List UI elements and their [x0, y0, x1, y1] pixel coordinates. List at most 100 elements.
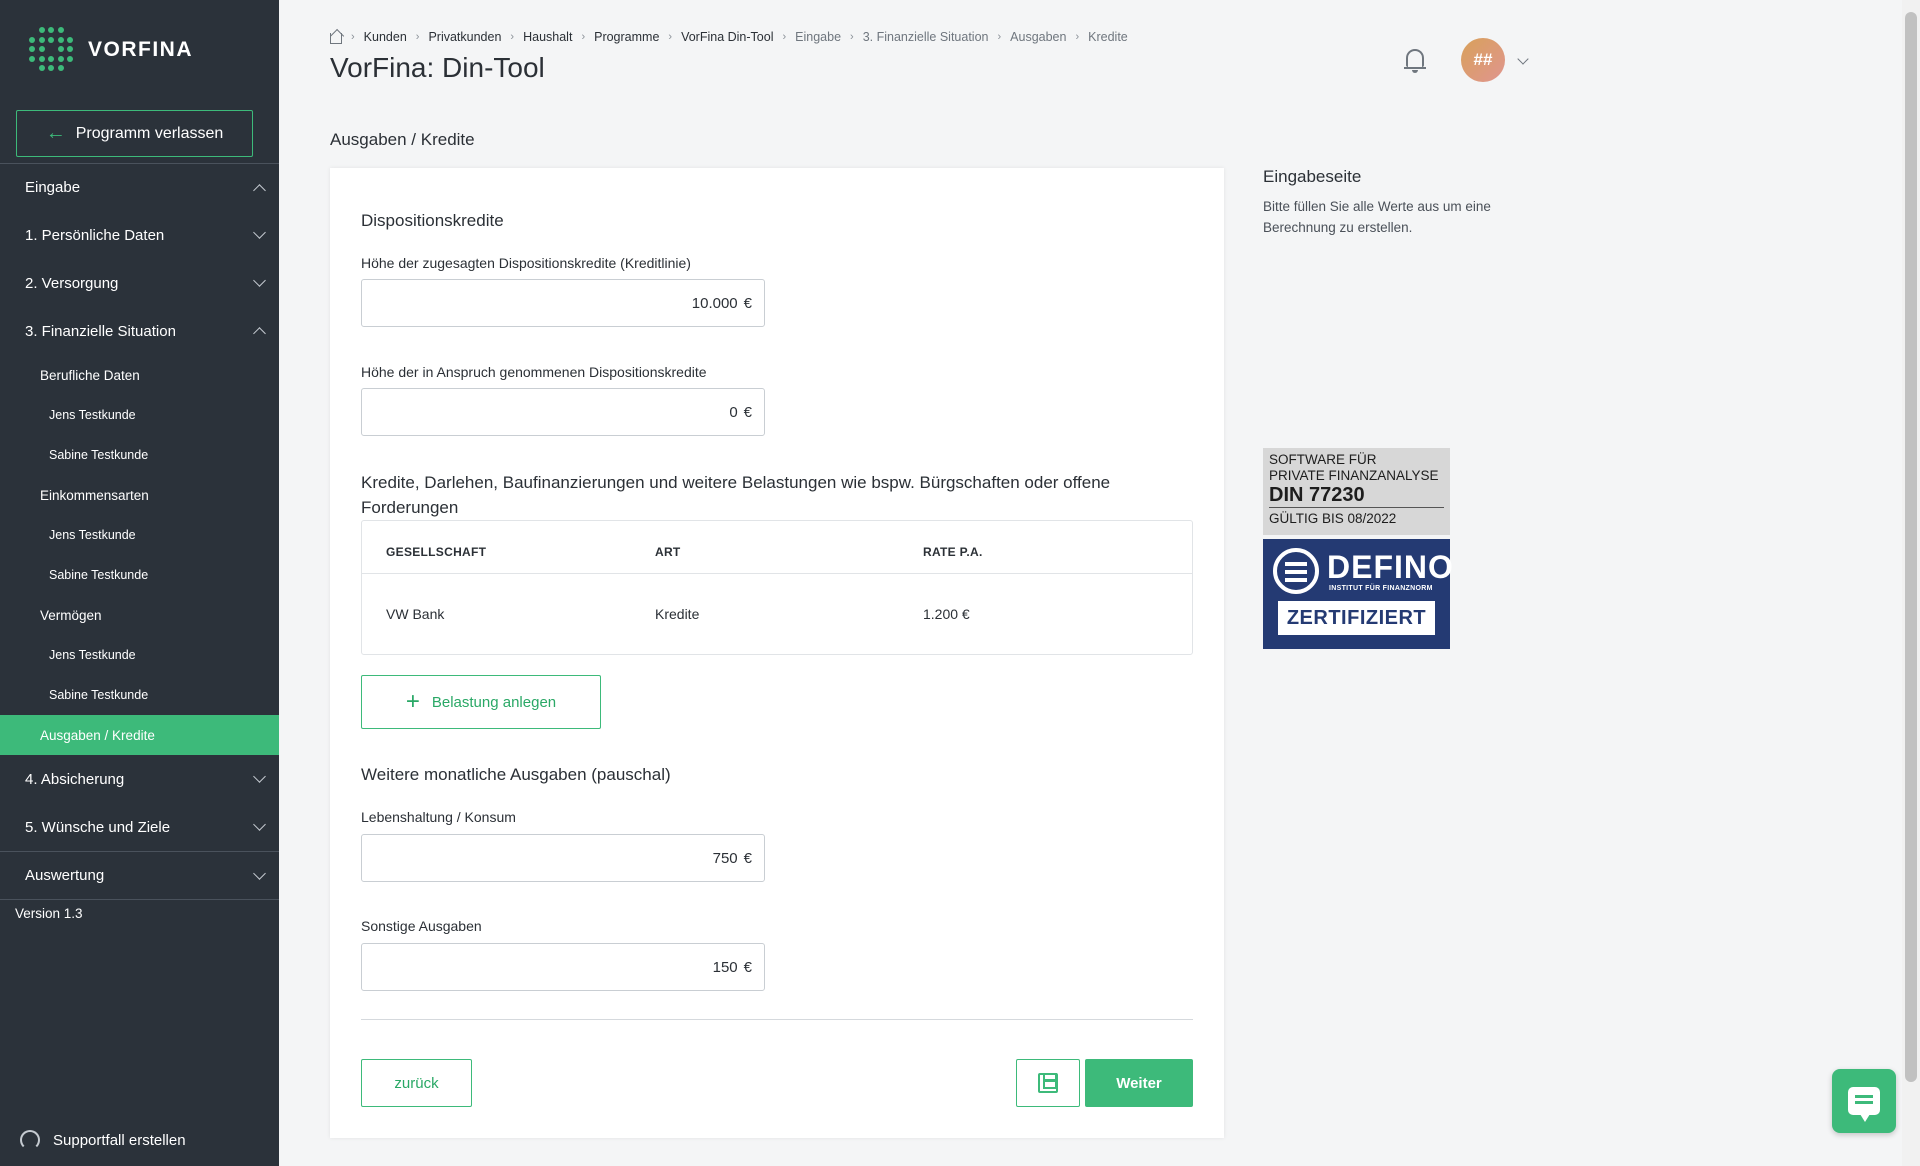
bell-icon[interactable]: [1404, 47, 1426, 73]
sidebar-item-sabine-testkunde[interactable]: Sabine Testkunde: [0, 435, 279, 475]
chevron-right-icon: ›: [351, 31, 355, 43]
form-card: Dispositionskredite Höhe der zugesagten …: [330, 168, 1224, 1138]
breadcrumb-item[interactable]: Kunden: [364, 30, 407, 44]
sidebar-item-persoenliche-daten[interactable]: 1. Persönliche Daten: [0, 211, 279, 259]
table-cell-rate: 1.200 €: [923, 606, 970, 622]
seal-valid: GÜLTIG BIS 08/2022: [1269, 511, 1397, 526]
defino-brand: DEFINO: [1327, 549, 1454, 585]
chevron-right-icon: ›: [997, 31, 1002, 43]
sidebar: VORFINA ← Programm verlassen Eingabe 1. …: [0, 0, 279, 1166]
sidebar-item-ausgaben-kredite[interactable]: Ausgaben / Kredite: [0, 715, 279, 755]
add-liability-button[interactable]: + Belastung anlegen: [361, 675, 601, 729]
sidebar-item-vermoegen[interactable]: Vermögen: [0, 595, 279, 635]
sidebar-item-auswertung[interactable]: Auswertung: [0, 851, 279, 899]
table-cell-art: Kredite: [655, 606, 700, 622]
column-header-art: ART: [655, 545, 681, 559]
table-row[interactable]: VW Bank Kredite 1.200 €: [362, 573, 1192, 655]
currency-symbol: €: [743, 403, 752, 421]
save-button[interactable]: [1016, 1059, 1080, 1107]
chevron-right-icon: ›: [850, 31, 854, 43]
logo[interactable]: VORFINA: [29, 27, 193, 73]
page-scrollbar[interactable]: [1902, 0, 1920, 1166]
breadcrumb-item-current: Kredite: [1088, 30, 1128, 44]
sidebar-item-label: Auswertung: [25, 867, 105, 884]
sidebar-item-label: 2. Versorgung: [25, 274, 119, 292]
other-expenses-label: Sonstige Ausgaben: [361, 918, 482, 934]
dispo-limit-input[interactable]: 10.000 €: [361, 279, 765, 327]
sidebar-item-absicherung[interactable]: 4. Absicherung: [0, 755, 279, 803]
sidebar-item-label: 5. Wünsche und Ziele: [25, 818, 171, 836]
sidebar-item-jens-testkunde[interactable]: Jens Testkunde: [0, 515, 279, 555]
chevron-right-icon: ›: [415, 31, 420, 43]
chevron-right-icon: ›: [581, 31, 586, 43]
sidebar-item-jens-testkunde[interactable]: Jens Testkunde: [0, 395, 279, 435]
sidebar-item-berufliche-daten[interactable]: Berufliche Daten: [0, 355, 279, 395]
currency-symbol: €: [743, 294, 752, 312]
section-heading: Ausgaben / Kredite: [330, 130, 475, 149]
loans-heading: Kredite, Darlehen, Baufinanzierungen und…: [361, 473, 1111, 517]
breadcrumb-item[interactable]: VorFina Din-Tool: [681, 30, 773, 44]
other-expenses-input[interactable]: 150 €: [361, 943, 765, 991]
sidebar-item-einkommensarten[interactable]: Einkommensarten: [0, 475, 279, 515]
divider: [361, 1019, 1193, 1020]
sidebar-item-versorgung[interactable]: 2. Versorgung: [0, 259, 279, 307]
save-icon: [1038, 1073, 1058, 1093]
sidebar-item-finanzielle-situation[interactable]: 3. Finanzielle Situation: [0, 307, 279, 355]
sidebar-divider: [0, 899, 279, 900]
sidebar-item-eingabe[interactable]: Eingabe: [0, 163, 279, 211]
home-icon[interactable]: [330, 33, 342, 44]
chevron-down-icon: [253, 274, 266, 287]
currency-symbol: €: [743, 849, 752, 867]
chevron-right-icon: ›: [668, 31, 673, 43]
info-title: Eingabeseite: [1263, 167, 1362, 186]
breadcrumb-item[interactable]: Ausgaben: [1010, 30, 1066, 44]
breadcrumb-item[interactable]: Privatkunden: [428, 30, 501, 44]
loans-table: GESELLSCHAFT ART RATE P.A. VW Bank Kredi…: [361, 520, 1193, 655]
info-text: Bitte füllen Sie alle Werte aus um eine …: [1263, 199, 1491, 235]
dispo-used-input[interactable]: 0 €: [361, 388, 765, 436]
version-label: Version 1.3: [15, 906, 83, 921]
sidebar-item-jens-testkunde[interactable]: Jens Testkunde: [0, 635, 279, 675]
chevron-up-icon: [253, 327, 266, 340]
breadcrumb-item[interactable]: Eingabe: [795, 30, 841, 44]
add-liability-label: Belastung anlegen: [431, 693, 557, 711]
chevron-down-icon: [253, 866, 266, 880]
chevron-down-icon: [253, 770, 266, 783]
din-seal-top: SOFTWARE FÜR PRIVATE FINANZANALYSE DIN 7…: [1263, 448, 1450, 535]
arrow-left-icon: ←: [45, 122, 66, 144]
expenses-heading: Weitere monatliche Ausgaben (pauschal): [361, 765, 671, 784]
dispo-heading: Dispositionskredite: [361, 211, 504, 230]
dispo-limit-value: 10.000: [691, 294, 738, 312]
sidebar-nav: Eingabe 1. Persönliche Daten 2. Versorgu…: [0, 163, 279, 900]
table-cell-gesellschaft: VW Bank: [386, 606, 445, 622]
avatar[interactable]: ##: [1461, 38, 1505, 82]
chat-button[interactable]: [1832, 1069, 1896, 1133]
living-costs-input[interactable]: 750 €: [361, 834, 765, 882]
exit-program-label: Programm verlassen: [75, 124, 224, 142]
back-button[interactable]: zurück: [361, 1059, 472, 1107]
sidebar-item-sabine-testkunde[interactable]: Sabine Testkunde: [0, 555, 279, 595]
sidebar-item-label: Eingabe: [25, 179, 81, 196]
breadcrumb-item[interactable]: Haushalt: [523, 30, 572, 44]
column-header-gesellschaft: GESELLSCHAFT: [386, 545, 487, 559]
exit-program-button[interactable]: ← Programm verlassen: [16, 110, 253, 157]
other-expenses-value: 150: [712, 958, 738, 976]
logo-text: VORFINA: [88, 38, 193, 61]
breadcrumb-item[interactable]: 3. Finanzielle Situation: [863, 30, 989, 44]
sidebar-item-label: 1. Persönliche Daten: [25, 226, 165, 244]
plus-icon: +: [405, 688, 420, 715]
sidebar-item-wuensche-und-ziele[interactable]: 5. Wünsche und Ziele: [0, 803, 279, 851]
column-header-rate: RATE P.A.: [923, 545, 983, 559]
chevron-down-icon[interactable]: [1517, 53, 1529, 65]
chevron-down-icon: [253, 226, 266, 239]
living-costs-label: Lebenshaltung / Konsum: [361, 809, 516, 825]
scrollbar-thumb[interactable]: [1905, 12, 1917, 1082]
chevron-right-icon: ›: [1075, 31, 1080, 43]
defino-logo: DEFINO INSTITUT FÜR FINANZNORM ZERTIFIZI…: [1263, 539, 1453, 649]
breadcrumb-item[interactable]: Programme: [594, 30, 659, 44]
defino-mark-icon: [1273, 548, 1319, 594]
sidebar-item-sabine-testkunde[interactable]: Sabine Testkunde: [0, 675, 279, 715]
support-case-button[interactable]: Supportfall erstellen: [20, 1130, 186, 1150]
next-button[interactable]: Weiter: [1085, 1059, 1193, 1107]
seal-line: SOFTWARE FÜR: [1269, 452, 1377, 467]
